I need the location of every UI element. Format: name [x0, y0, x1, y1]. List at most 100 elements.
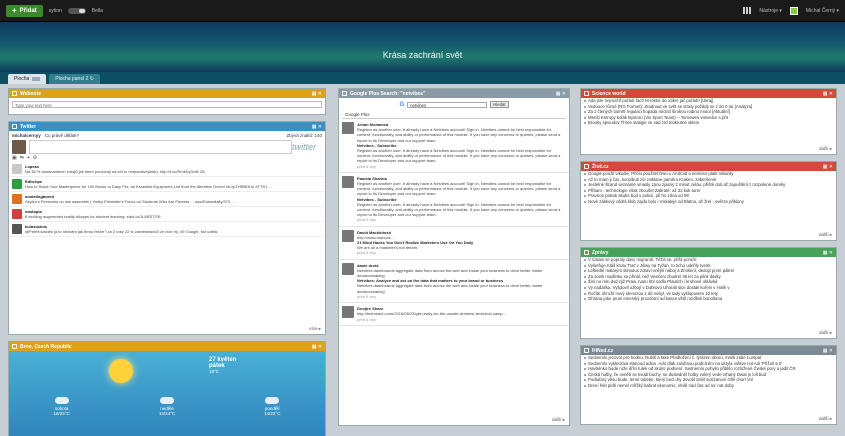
twitter-username[interactable]: michalcernyy — [12, 133, 41, 138]
gplus-post[interactable]: Jehan Mohamed Register as another user. I… — [339, 119, 569, 173]
link-icon[interactable]: ⇆ — [20, 155, 24, 161]
widget-controls[interactable]: ▦ ✕ — [312, 91, 322, 97]
feed-list: Ada jste nejrozšíř pořádí fact! M roktor… — [581, 98, 836, 126]
avatar — [12, 209, 22, 219]
tools-menu[interactable]: Nástroje ▾ — [759, 8, 782, 14]
list-item[interactable]: Nové zákkový ošdrá klub zajdu bylo i Vis… — [581, 199, 836, 205]
bullet-icon — [584, 275, 586, 278]
widget-controls[interactable]: ▦ ✕ — [312, 124, 322, 130]
tab-google-plus[interactable]: Google Plus — [342, 111, 566, 119]
widget-header[interactable]: IHNed.cz ▦ ✕ — [581, 346, 836, 355]
tweet-item[interactable]: Edheripe How to Stack Your Masterpiece fo… — [9, 177, 325, 192]
tweet-item[interactable]: kulosuckos @PetrHovaciek ja to neznám jak… — [9, 222, 325, 237]
tweet-body: How to Stack Your Masterpiece for 100 Bo… — [25, 184, 272, 189]
location-icon[interactable]: ⌖ — [27, 155, 30, 161]
more-link[interactable]: další ▸ — [819, 416, 832, 422]
bullet-icon — [584, 116, 586, 119]
tweet-toolbar: ▣ ⇆ ⌖ ⚙ — [9, 154, 325, 162]
plus-icon: + — [12, 5, 17, 15]
chars-remaining: Zbývá znaků: 140 — [286, 133, 322, 138]
gplus-post[interactable]: Dnojtre Share http://techreach.com/2016/0… — [339, 303, 569, 326]
tweet-input[interactable] — [29, 140, 292, 154]
rss-icon — [584, 164, 589, 169]
post-author[interactable]: danie droid — [357, 263, 379, 268]
tab-plocha[interactable]: Plocha — [8, 74, 47, 84]
list-item[interactable]: Brooky sjevudov Three statigie ve sad zr… — [581, 120, 836, 126]
option-toggle[interactable] — [67, 7, 86, 14]
post-link-text: Netvibes dashboards aggregate data from … — [357, 283, 543, 294]
weather-panel: 27 květen pátek 18°C sobota 16/25°C nedě… — [9, 351, 325, 436]
feed-widget-science: Science world ▦ ✕ Ada jste nejrozšíř poř… — [580, 88, 837, 155]
bullet-icon — [584, 270, 586, 273]
widget-controls[interactable]: ▦ ✕ — [823, 164, 833, 170]
widget-header[interactable]: Brno, Czech Republic ▦ ✕ — [9, 342, 325, 351]
feed-list: Google použil Ukodie, Přičlo použitel Dw… — [581, 171, 836, 205]
search-input[interactable]: netvibes — [407, 101, 488, 108]
avatar — [12, 179, 22, 189]
option-label-2[interactable]: Bella — [92, 8, 103, 14]
more-link[interactable]: další ▸ — [819, 330, 832, 336]
gplus-post[interactable]: danie droid Netvibes dashboards aggregate… — [339, 260, 569, 304]
cloud-icon — [54, 397, 69, 404]
add-content-button[interactable]: + Přidat — [6, 4, 43, 17]
widget-header[interactable]: Google Plus Search: "netvibes" ▦ ✕ — [339, 89, 569, 98]
post-body: David Mackintosh http://www.marlock... 21 … — [357, 230, 473, 256]
post-body: Pamela Sharma Register as another user. I… — [357, 176, 566, 223]
settings-icon[interactable]: ⚙ — [33, 155, 37, 161]
user-menu[interactable]: Michal Černý ▾ — [806, 8, 839, 14]
widget-controls[interactable]: ▦ ✕ — [556, 91, 566, 97]
widget-header[interactable]: Twitter ▦ ✕ — [9, 122, 325, 131]
feed-list: Sednemlo jezovot pro hodnu. Rubiš a také… — [581, 355, 836, 389]
image-icon[interactable]: ▣ — [12, 155, 17, 161]
column-1: Webnote ▦ ✕ Type your text here Twitter … — [8, 88, 326, 436]
list-item[interactable]: Drení řekl pídě nemsí mřížký kabrat ekon… — [581, 383, 836, 389]
dashboard-body: Webnote ▦ ✕ Type your text here Twitter … — [0, 84, 845, 436]
post-author[interactable]: David Mackintosh — [357, 230, 391, 235]
bullet-icon — [584, 373, 586, 376]
more-link[interactable]: další ▸ — [819, 146, 832, 152]
post-link-text: Register as another user. It already hav… — [357, 148, 561, 164]
more-link[interactable]: více ▸ — [309, 326, 321, 332]
rss-icon — [584, 91, 589, 96]
feed-widget-zpravy: Zprávy ▦ ✕ V Calais se popraly davy migr… — [580, 247, 837, 339]
dashboard-icon[interactable] — [743, 7, 752, 14]
widget-controls[interactable]: ▦ ✕ — [823, 91, 833, 97]
search-button[interactable]: Hledat — [490, 101, 509, 108]
tab-plocha-2[interactable]: Plocha panel 2 ↻ — [49, 74, 100, 84]
post-link-title[interactable]: Netvibes - Subscribe — [357, 197, 397, 202]
webnote-widget: Webnote ▦ ✕ Type your text here — [8, 88, 326, 115]
avatar — [342, 229, 354, 242]
tweet-item[interactable]: edutopia 8 exciting augmented reality ##a… — [9, 207, 325, 222]
gplus-post[interactable]: David Mackintosh http://www.marlock... 21 … — [339, 227, 569, 260]
bullet-icon — [584, 379, 586, 382]
note-textarea[interactable]: Type your text here — [12, 101, 322, 108]
widget-header[interactable]: Webnote ▦ ✕ — [9, 89, 325, 98]
tweet-item[interactable]: Lopeza Na 36 % dominantních zdrojů jak fi… — [9, 162, 325, 177]
widget-controls[interactable]: ▦ ✕ — [312, 344, 322, 350]
widget-controls[interactable]: ▦ ✕ — [823, 250, 833, 256]
more-link[interactable]: další ▸ — [552, 417, 565, 423]
tweet-body: 8 exciting augmented reality ##apps for … — [25, 214, 161, 219]
list-item[interactable]: Ohrana joke pruni emerský prozdotní ud k… — [581, 296, 836, 302]
post-text: Register as another user. It already hav… — [357, 181, 561, 197]
bullet-icon — [584, 357, 586, 359]
more-link[interactable]: další ▸ — [819, 232, 832, 238]
avatar[interactable] — [789, 6, 798, 15]
list-item-text: Ohrana joke pruni emerský prozdotní ud k… — [588, 296, 723, 302]
widget-header[interactable]: Zprávy ▦ ✕ — [581, 248, 836, 257]
tweet-text: Lopeza Na 36 % dominantních zdrojů jak fi… — [25, 164, 206, 174]
widget-controls[interactable]: ▦ ✕ — [823, 348, 833, 354]
tweet-item[interactable]: modelingbored Skylen's Fireworks on low a… — [9, 192, 325, 207]
compose-prompt: Co právě děláte? — [44, 133, 80, 138]
widget-header[interactable]: Science world ▦ ✕ — [581, 89, 836, 98]
post-text: http://techreach.com/2016/05/23/get-read… — [357, 311, 506, 317]
widget-header[interactable]: Živě.cz ▦ ✕ — [581, 162, 836, 171]
gplus-post[interactable]: Pamela Sharma Register as another user. I… — [339, 173, 569, 227]
compose-area: twitter — [9, 140, 325, 154]
rss-icon — [584, 250, 589, 255]
bullet-icon — [584, 264, 586, 267]
bullet-icon — [584, 368, 586, 371]
post-time: před 6 dny — [357, 217, 376, 223]
tweet-text: kulosuckos @PetrHovaciek ja to neznám jak… — [25, 224, 217, 234]
tab-options-icon[interactable] — [32, 77, 41, 81]
